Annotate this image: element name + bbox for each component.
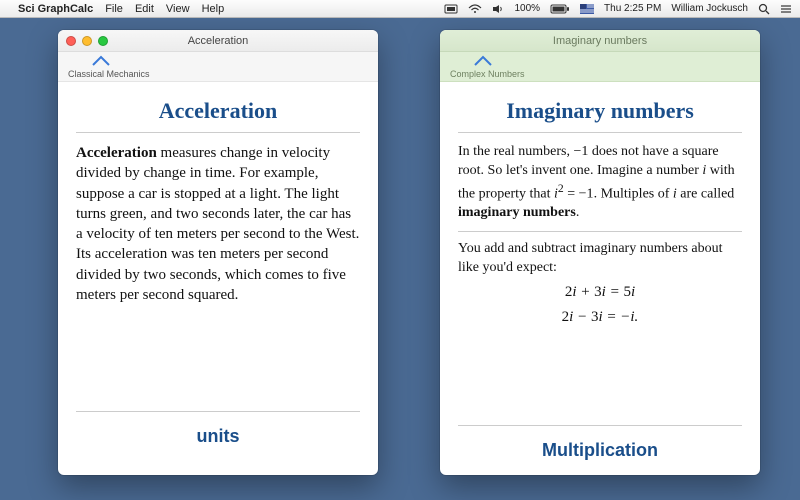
nav-bar: Complex Numbers bbox=[440, 52, 760, 82]
close-button[interactable] bbox=[66, 36, 76, 46]
menu-file[interactable]: File bbox=[105, 3, 123, 15]
next-section-link[interactable]: Multiplication bbox=[458, 434, 742, 461]
window-titlebar[interactable]: Imaginary numbers bbox=[440, 30, 760, 52]
divider bbox=[458, 231, 742, 232]
page-title: Imaginary numbers bbox=[458, 94, 742, 132]
divider bbox=[458, 425, 742, 426]
battery-icon[interactable] bbox=[550, 4, 570, 14]
body-paragraph-2: You add and subtract imaginary numbers a… bbox=[458, 240, 742, 278]
divider bbox=[458, 132, 742, 133]
menuextra-icon[interactable] bbox=[444, 4, 458, 14]
back-chevron-icon[interactable] bbox=[90, 54, 112, 73]
minimize-button[interactable] bbox=[82, 36, 92, 46]
menu-edit[interactable]: Edit bbox=[135, 3, 154, 15]
page-title: Acceleration bbox=[76, 94, 360, 132]
next-section-link[interactable]: units bbox=[76, 420, 360, 447]
menu-view[interactable]: View bbox=[166, 3, 190, 15]
window-imaginary-numbers: Imaginary numbers Complex Numbers Imagin… bbox=[440, 30, 760, 475]
wifi-icon[interactable] bbox=[468, 4, 482, 14]
zoom-button[interactable] bbox=[98, 36, 108, 46]
volume-icon[interactable] bbox=[492, 4, 504, 14]
notification-center-icon[interactable] bbox=[780, 4, 792, 14]
content-area: Acceleration Acceleration measures chang… bbox=[58, 82, 378, 313]
window-acceleration: Acceleration Classical Mechanics Acceler… bbox=[58, 30, 378, 475]
menubar-user[interactable]: William Jockusch bbox=[671, 3, 748, 14]
app-name[interactable]: Sci GraphCalc bbox=[18, 3, 93, 15]
next-section-block: Multiplication bbox=[458, 417, 742, 461]
window-titlebar[interactable]: Acceleration bbox=[58, 30, 378, 52]
math-equation-1: 2i + 3i = 5i bbox=[458, 282, 742, 303]
battery-percent: 100% bbox=[514, 3, 540, 14]
next-section-block: units bbox=[76, 403, 360, 447]
flag-icon[interactable] bbox=[580, 4, 594, 14]
nav-bar: Classical Mechanics bbox=[58, 52, 378, 82]
divider bbox=[76, 411, 360, 412]
content-area: Imaginary numbers In the real numbers, −… bbox=[440, 82, 760, 342]
body-paragraph: Acceleration measures change in velocity… bbox=[76, 143, 360, 305]
spotlight-icon[interactable] bbox=[758, 3, 770, 15]
traffic-lights bbox=[66, 36, 108, 46]
body-paragraph-1: In the real numbers, −1 does not have a … bbox=[458, 143, 742, 223]
back-chevron-icon[interactable] bbox=[472, 54, 494, 73]
menubar-clock[interactable]: Thu 2:25 PM bbox=[604, 3, 661, 14]
math-equation-2: 2i − 3i = −i. bbox=[458, 307, 742, 328]
window-title: Imaginary numbers bbox=[440, 35, 760, 47]
menu-help[interactable]: Help bbox=[202, 3, 225, 15]
divider bbox=[76, 132, 360, 133]
macos-menubar: Sci GraphCalc File Edit View Help 100% T… bbox=[0, 0, 800, 18]
